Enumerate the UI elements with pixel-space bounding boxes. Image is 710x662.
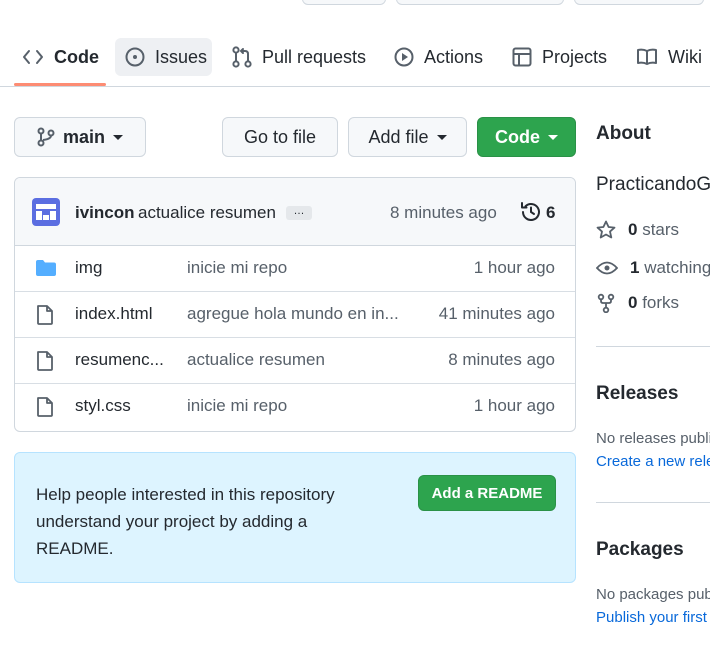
book-icon [636,48,658,66]
commit-message[interactable]: actualice resumen [138,203,276,223]
tab-label: Code [54,46,99,67]
file-name[interactable]: img [75,258,102,278]
forks-count: 0 [628,293,638,312]
tab-code[interactable]: Code [12,38,109,76]
file-icon [35,396,55,418]
file-icon [35,304,55,326]
branch-select-button[interactable]: main [14,117,146,157]
watching-label: watching [644,258,710,277]
go-to-file-button[interactable]: Go to file [222,117,338,157]
tab-label: Actions [424,46,484,67]
tab-label: Projects [542,46,608,67]
file-row-img[interactable]: img inicie mi repo 1 hour ago [15,246,575,292]
file-row-resumen[interactable]: resumenc... actualice resumen 8 minutes … [15,338,575,384]
about-heading: About [596,123,651,144]
watching-stat[interactable]: 1 watching [596,258,710,278]
forks-stat[interactable]: 0 forks [596,293,679,313]
commit-author[interactable]: ivincon [75,203,135,223]
tab-active-underline [14,83,106,86]
folder-icon [35,258,57,278]
code-button-label: Code [495,126,540,147]
git-branch-icon [37,127,55,147]
star-icon [596,220,616,240]
commit-time[interactable]: 8 minutes ago [390,203,497,223]
file-commit-time: 1 hour ago [473,396,555,415]
tab-label: Pull requests [262,46,367,67]
packages-heading[interactable]: Packages [596,539,684,561]
avatar[interactable] [32,198,60,226]
code-icon [22,48,44,66]
readme-prompt: Help people interested in this repositor… [14,452,576,583]
commit-history-count[interactable]: 6 [546,203,555,223]
file-name[interactable]: index.html [75,304,152,324]
repo-forked-icon [596,293,616,313]
file-name[interactable]: styl.css [75,396,131,416]
file-commit-message[interactable]: inicie mi repo [187,258,287,278]
latest-commit-bar: ivincon actualice resumen … 8 minutes ag… [15,178,575,246]
releases-empty-text: No releases publi [596,430,710,447]
file-commit-time: 8 minutes ago [448,350,555,369]
branch-name: main [62,126,105,147]
file-commit-message[interactable]: actualice resumen [187,350,325,370]
tab-label: Wiki [668,46,702,67]
chevron-down-icon [113,134,123,140]
tab-projects[interactable]: Projects [502,38,617,76]
tab-wiki[interactable]: Wiki [626,38,710,76]
file-row-index-html[interactable]: index.html agregue hola mundo en in... 4… [15,292,575,338]
file-icon [35,350,55,372]
sidebar-divider [596,346,710,347]
add-file-label: Add file [368,126,429,147]
eye-icon [596,260,618,276]
repo-description: PracticandoG [596,174,710,195]
file-row-styl-css[interactable]: styl.css inicie mi repo 1 hour ago [15,384,575,430]
top-button-1[interactable] [302,0,386,5]
chevron-down-icon [436,134,447,140]
stars-stat[interactable]: 0 stars [596,220,679,240]
stars-label: stars [642,220,680,239]
play-icon [394,47,414,67]
issue-opened-icon [125,47,145,67]
table-icon [512,47,532,67]
commit-ellipsis-button[interactable]: … [286,206,312,220]
git-pull-request-icon [232,46,252,68]
top-button-2[interactable] [396,0,564,5]
forks-label: forks [642,293,680,312]
tab-label: Issues [155,46,208,67]
tab-pull-requests[interactable]: Pull requests [222,38,376,76]
file-commit-time: 1 hour ago [473,258,555,277]
file-name[interactable]: resumenc... [75,350,164,370]
chevron-down-icon [548,134,558,140]
file-browser: ivincon actualice resumen … 8 minutes ag… [14,177,576,432]
publish-package-link[interactable]: Publish your first [596,609,707,626]
releases-heading[interactable]: Releases [596,383,678,405]
tab-issues[interactable]: Issues [115,38,212,76]
add-readme-button[interactable]: Add a README [418,475,556,511]
tab-actions[interactable]: Actions [384,38,493,76]
file-commit-message[interactable]: agregue hola mundo en in... [187,304,399,324]
add-file-button[interactable]: Add file [348,117,467,157]
top-button-3[interactable] [574,0,704,5]
stars-count: 0 [628,220,638,239]
sidebar-divider [596,502,710,503]
file-commit-message[interactable]: inicie mi repo [187,396,287,416]
packages-empty-text: No packages pub [596,586,710,603]
file-commit-time: 41 minutes ago [438,304,555,323]
code-button[interactable]: Code [477,117,576,157]
create-release-link[interactable]: Create a new rele [596,453,710,470]
repo-tabs: Code Issues Pull requests Actions Projec… [0,30,710,87]
history-icon[interactable] [520,201,542,223]
readme-prompt-text: Help people interested in this repositor… [36,485,335,558]
watching-count: 1 [630,258,640,277]
